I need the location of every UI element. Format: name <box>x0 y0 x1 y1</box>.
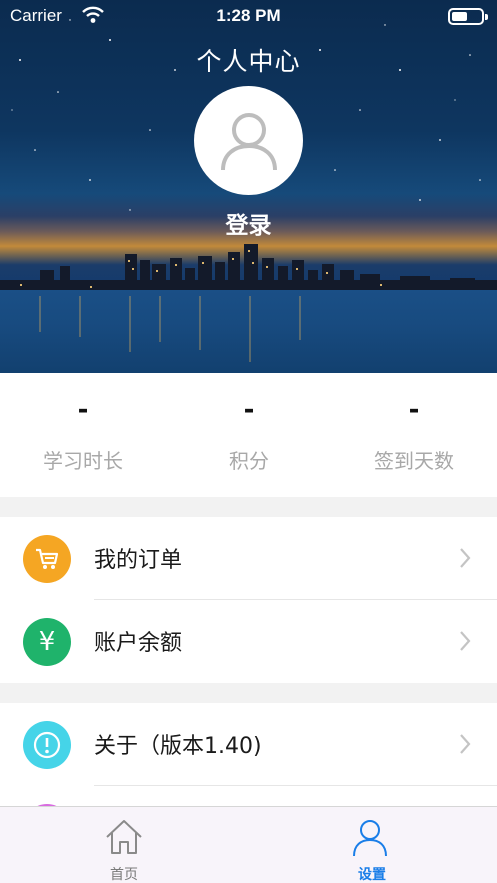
tab-home[interactable]: 首页 <box>0 807 248 883</box>
chevron-right-icon <box>460 734 471 754</box>
page-title: 个人中心 <box>196 47 301 76</box>
chevron-right-icon <box>460 631 471 651</box>
person-icon <box>353 820 387 857</box>
stat-label: 学习时长 <box>43 449 123 473</box>
status-bar: Carrier 1:28 PM <box>0 0 497 34</box>
info-icon <box>23 721 71 769</box>
stats-panel: - 学习时长 - 积分 - 签到天数 <box>0 373 497 497</box>
user-placeholder-icon <box>220 112 277 170</box>
stat-value: - <box>77 395 89 425</box>
battery-level <box>452 12 467 21</box>
water-reflection <box>39 296 301 362</box>
stat-study-time[interactable]: - 学习时长 <box>0 373 166 497</box>
menu-item-label: 关于（版本1.40) <box>94 734 262 759</box>
stat-points[interactable]: - 积分 <box>166 373 332 497</box>
battery-icon <box>448 8 488 25</box>
stat-checkin-days[interactable]: - 签到天数 <box>331 373 497 497</box>
tab-label: 设置 <box>358 867 386 883</box>
stat-value: - <box>243 395 255 425</box>
tab-label: 首页 <box>110 867 138 883</box>
stat-label: 签到天数 <box>374 449 454 473</box>
yen-icon: ¥ <box>23 618 71 666</box>
menu-group-account: 我的订单 ¥ 账户余额 <box>0 517 497 683</box>
menu-item-label: 我的订单 <box>94 548 183 573</box>
tab-bar: 首页 设置 <box>0 806 497 883</box>
menu-group-app: 关于（版本1.40) <box>0 703 497 806</box>
menu-item-about[interactable]: 关于（版本1.40) <box>0 703 497 786</box>
chevron-right-icon <box>460 548 471 568</box>
home-icon <box>106 820 142 854</box>
avatar[interactable] <box>194 86 303 195</box>
login-button[interactable]: 登录 <box>0 206 497 240</box>
status-time: 1:28 PM <box>216 6 281 25</box>
menu-item-label: 账户余额 <box>94 631 183 656</box>
stat-value: - <box>408 395 420 425</box>
profile-header: Carrier 1:28 PM 个人中心 登录 <box>0 0 497 373</box>
menu-item-account-balance[interactable]: ¥ 账户余额 <box>0 600 497 683</box>
stat-label: 积分 <box>229 449 269 473</box>
cart-icon <box>23 535 71 583</box>
menu-item-my-orders[interactable]: 我的订单 <box>0 517 497 600</box>
tab-settings[interactable]: 设置 <box>248 807 496 883</box>
menu-item-partial[interactable] <box>0 786 497 806</box>
